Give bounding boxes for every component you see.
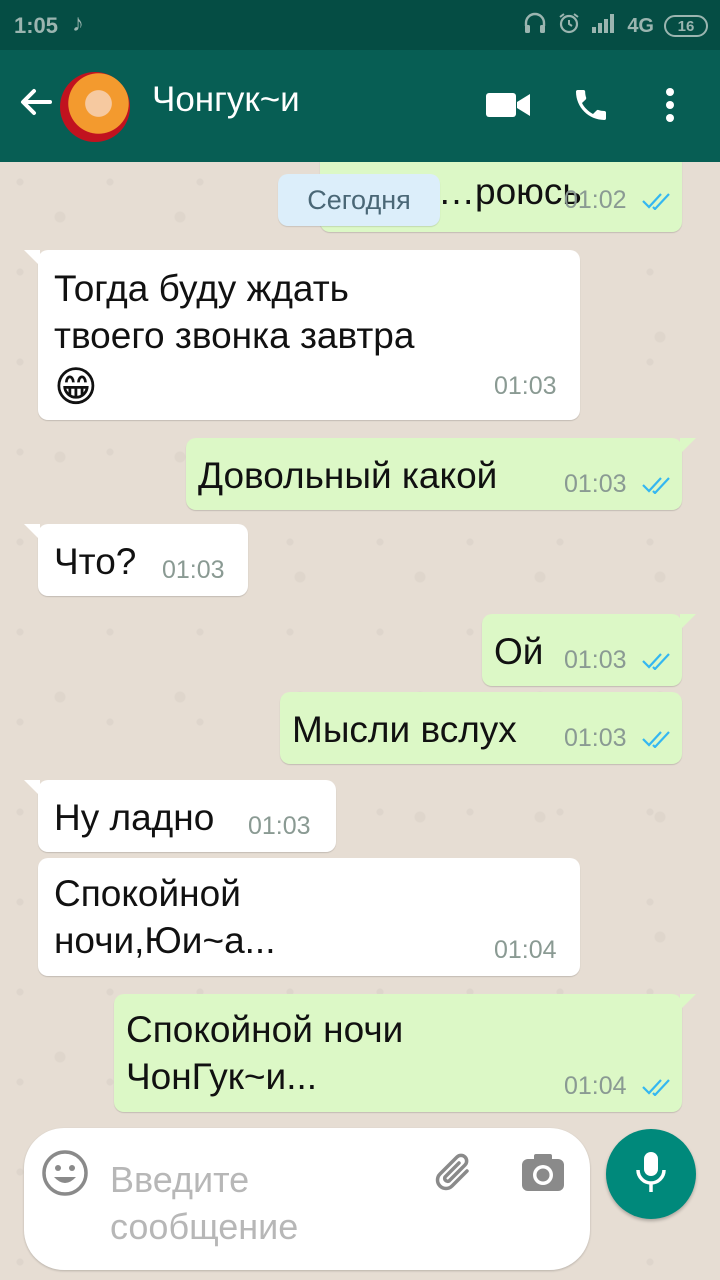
- more-vert-icon[interactable]: [645, 80, 695, 130]
- avatar[interactable]: [60, 72, 130, 142]
- status-bar: 1:05 ♪ 4G 16: [0, 0, 720, 50]
- read-ticks-icon: [642, 193, 670, 210]
- read-ticks-icon: [642, 653, 670, 670]
- grinning-emoji-icon: 😁: [54, 363, 98, 410]
- message-bubble-outgoing[interactable]: Спокойной ночи ЧонГук~и... 01:04: [114, 994, 696, 1112]
- network-type: 4G: [627, 14, 654, 37]
- message-bubble-incoming[interactable]: Что? 01:03: [24, 524, 248, 596]
- battery-level: 16: [677, 17, 695, 35]
- message-time: 01:02: [564, 186, 627, 214]
- message-text: Ну ладно: [54, 797, 215, 838]
- message-input-bar[interactable]: Введите сообщение: [24, 1128, 590, 1270]
- message-text: Тогда буду ждать твоего звонка завтра: [54, 268, 415, 356]
- message-text: Спокойной ночи ЧонГук~и...: [126, 1009, 404, 1097]
- message-time: 01:03: [162, 556, 225, 584]
- video-call-icon[interactable]: [483, 80, 533, 130]
- message-time: 01:03: [564, 724, 627, 752]
- message-text: Что?: [54, 541, 137, 582]
- message-text: …роюсь: [438, 171, 582, 212]
- message-input[interactable]: Введите сообщение: [110, 1156, 410, 1250]
- message-bubble-incoming[interactable]: Ну ладно 01:03: [24, 780, 336, 852]
- status-time: 1:05: [14, 13, 59, 38]
- message-bubble-outgoing[interactable]: Ой 01:03: [482, 614, 696, 686]
- message-time: 01:03: [564, 646, 627, 674]
- message-time: 01:03: [564, 470, 627, 498]
- read-ticks-icon: [642, 477, 670, 494]
- message-time: 01:03: [494, 372, 557, 400]
- message-bubble-outgoing[interactable]: Довольный какой 01:03: [186, 438, 696, 510]
- message-time: 01:04: [564, 1072, 627, 1100]
- signal-icon: [591, 13, 617, 39]
- alarm-icon: [557, 11, 581, 41]
- message-text: Мысли вслух: [292, 709, 517, 750]
- headphones-icon: [523, 12, 547, 40]
- message-bubble-outgoing[interactable]: Мысли вслух 01:03: [280, 692, 682, 764]
- message-time: 01:04: [494, 936, 557, 964]
- message-bubble-incoming[interactable]: Спокойной ночи,Юи~а... 01:04: [38, 858, 580, 976]
- attach-icon[interactable]: [430, 1148, 480, 1198]
- phone-icon[interactable]: [566, 80, 616, 130]
- mic-button[interactable]: [606, 1129, 696, 1219]
- read-ticks-icon: [642, 1079, 670, 1096]
- contact-name[interactable]: Чонгук~и: [152, 80, 300, 120]
- back-arrow-icon[interactable]: [14, 80, 58, 124]
- emoji-icon[interactable]: [40, 1148, 90, 1198]
- message-text: Довольный какой: [198, 455, 498, 496]
- message-text: Ой: [494, 631, 544, 672]
- read-ticks-icon: [642, 731, 670, 748]
- chat-header: Чонгук~и: [0, 50, 720, 162]
- message-time: 01:03: [248, 812, 311, 840]
- camera-icon[interactable]: [518, 1148, 568, 1198]
- message-bubble-incoming[interactable]: Тогда буду ждать твоего звонка завтра 😁 …: [24, 250, 580, 420]
- message-text: Спокойной ночи,Юи~а...: [54, 873, 276, 961]
- chat-area[interactable]: …роюсь 01:02 Сегодня Тогда буду ждать тв…: [0, 162, 720, 1280]
- date-chip: Сегодня: [278, 174, 440, 226]
- tiktok-icon: ♪: [72, 10, 84, 37]
- mic-icon: [634, 1150, 668, 1199]
- battery-icon: 16: [664, 15, 708, 37]
